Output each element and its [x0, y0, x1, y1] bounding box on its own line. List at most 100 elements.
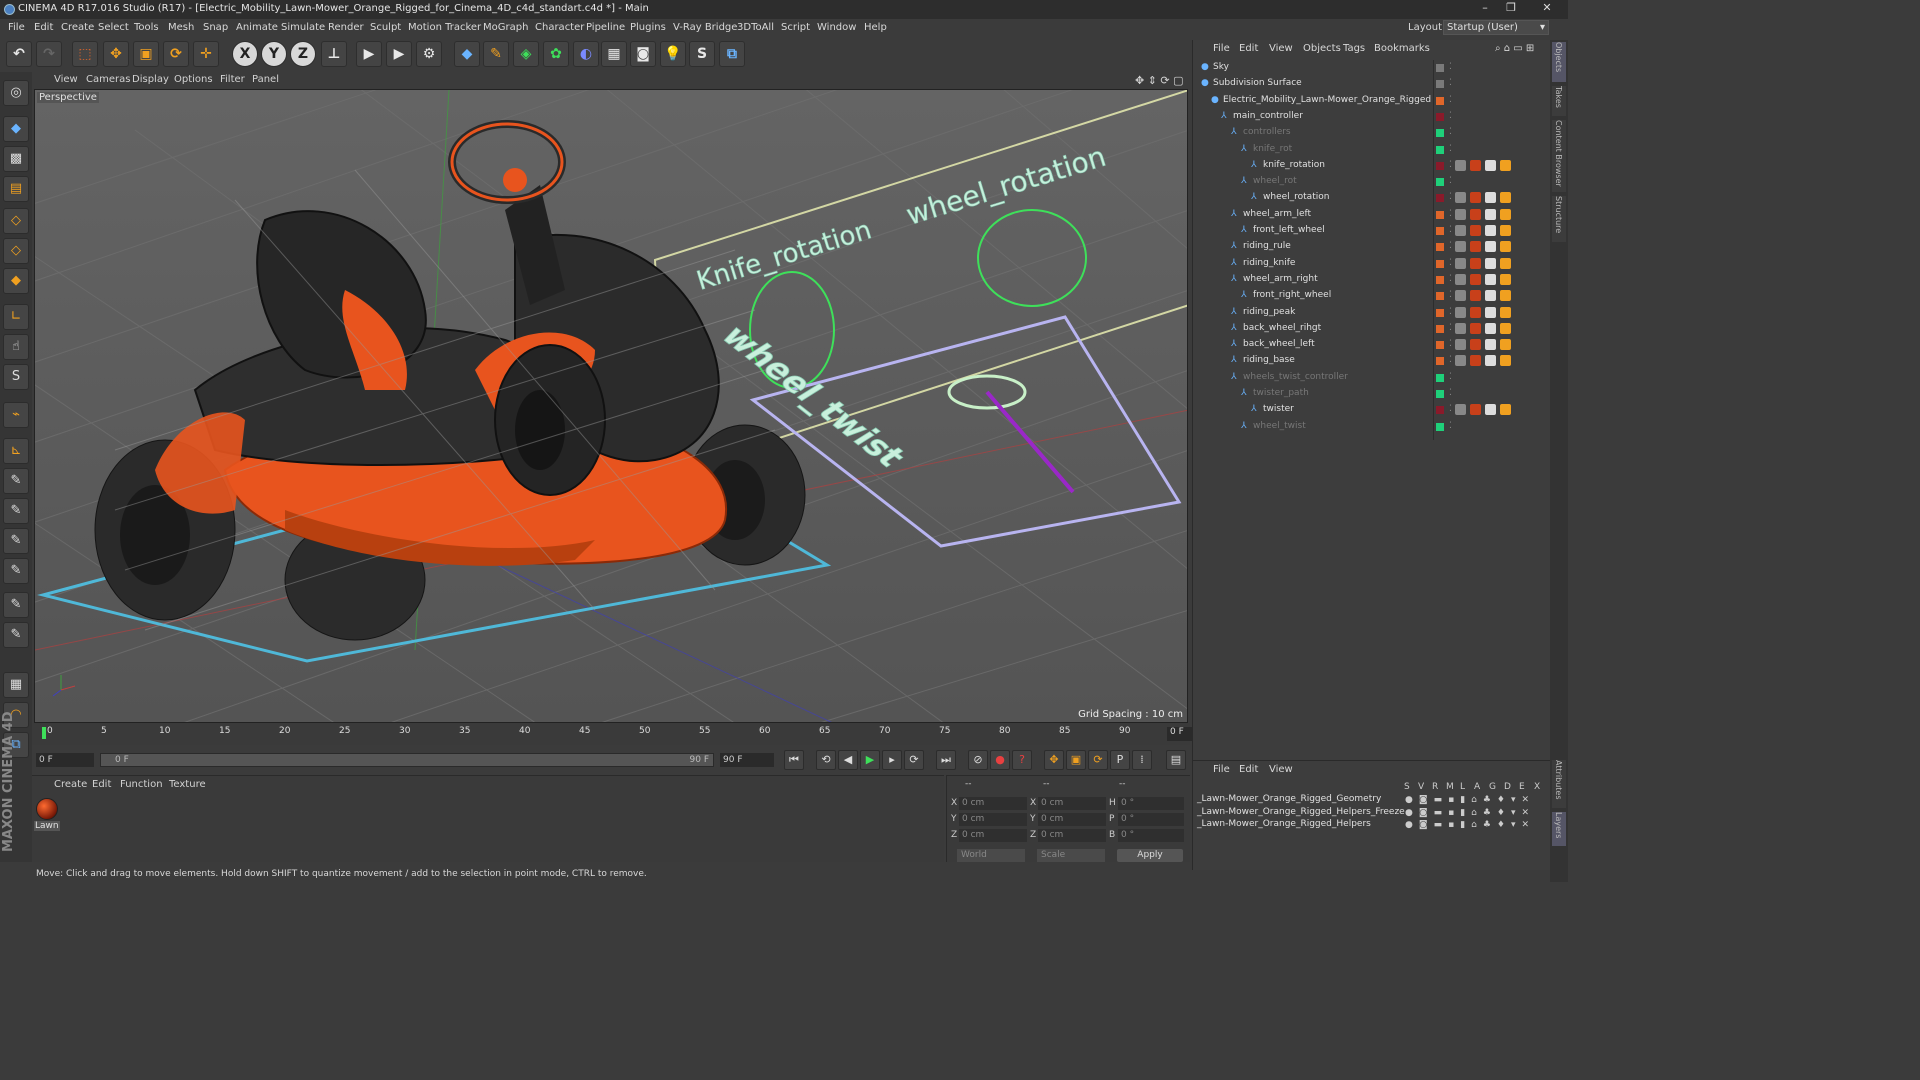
- key-rotation-button[interactable]: ⟳: [1088, 750, 1108, 770]
- layer-color-swatch[interactable]: [1436, 292, 1444, 301]
- layer-color-swatch[interactable]: [1436, 390, 1444, 398]
- constraint-tag-icon[interactable]: [1500, 339, 1511, 351]
- key-scale-button[interactable]: ▣: [1066, 750, 1086, 770]
- layer-color-swatch[interactable]: [1436, 194, 1444, 203]
- visibility-toggle-icon[interactable]: ⁚: [1449, 144, 1458, 154]
- object-name[interactable]: wheel_arm_left: [1243, 209, 1311, 219]
- model-mode-icon[interactable]: ◆: [3, 116, 29, 142]
- constraint-tag-icon[interactable]: [1500, 306, 1511, 318]
- playhead-marker[interactable]: [42, 727, 46, 739]
- goto-start-button[interactable]: ⏮: [784, 750, 804, 770]
- material-tag-icon[interactable]: [1470, 192, 1481, 204]
- object-name[interactable]: twister: [1263, 404, 1294, 414]
- python-icon[interactable]: ⧉: [719, 41, 745, 67]
- menu-vray-bridge[interactable]: V-Ray Bridge: [673, 22, 737, 33]
- layer-color-swatch[interactable]: [1436, 406, 1444, 415]
- menu-3dtoall[interactable]: 3DToAll: [737, 22, 774, 33]
- object-row[interactable]: ⅄ wheel_twist ⁚: [1193, 419, 1551, 435]
- pull-tool-icon[interactable]: ✎: [3, 558, 29, 584]
- y-axis-lock-button[interactable]: Y: [261, 41, 287, 67]
- object-name[interactable]: back_wheel_rihgt: [1243, 323, 1321, 333]
- cloner-icon[interactable]: ✿: [543, 41, 569, 67]
- object-name[interactable]: wheel_rotation: [1263, 192, 1329, 202]
- coordinate-system-icon[interactable]: ⊥: [321, 41, 347, 67]
- objects-menu-objects[interactable]: Objects: [1303, 43, 1341, 54]
- objects-menu-bookmarks[interactable]: Bookmarks: [1374, 43, 1430, 54]
- paint-tool-icon[interactable]: ✎: [3, 592, 29, 618]
- visibility-toggle-icon[interactable]: ⁚: [1449, 63, 1458, 72]
- layer-row[interactable]: _Lawn-Mower_Orange_Rigged_Helpers ●◙▬▪▮⌂♣…: [1193, 819, 1551, 831]
- object-name[interactable]: riding_knife: [1243, 258, 1295, 268]
- spline-pen-icon[interactable]: ✎: [483, 41, 509, 67]
- constraint-tag-icon[interactable]: [1500, 241, 1511, 253]
- menu-script[interactable]: Script: [781, 22, 810, 33]
- menu-mograph[interactable]: MoGraph: [483, 22, 528, 33]
- pos-y-field[interactable]: 0 cm: [959, 813, 1027, 826]
- layer-color-swatch[interactable]: [1436, 275, 1444, 284]
- constraint-tag-icon[interactable]: [1500, 208, 1511, 220]
- brush-tool-icon[interactable]: ✎: [3, 468, 29, 494]
- viewport-navigate-icon[interactable]: ✥ ⇕ ⟳ ▢: [1135, 74, 1184, 87]
- layer-flag-icons[interactable]: ●◙▬▪▮⌂♣♦▾✕: [1405, 808, 1535, 818]
- object-name[interactable]: wheel_rot: [1253, 176, 1297, 186]
- tag-icon[interactable]: [1455, 257, 1466, 269]
- object-name[interactable]: riding_rule: [1243, 241, 1291, 251]
- texture-tag-icon[interactable]: [1485, 339, 1496, 351]
- rot-h-field[interactable]: 0 °: [1118, 797, 1184, 810]
- minimize-button[interactable]: –: [1474, 1, 1496, 17]
- layers-menu-view[interactable]: View: [1269, 764, 1293, 775]
- texture-tag-icon[interactable]: [1485, 273, 1496, 285]
- visibility-toggle-icon[interactable]: ⁚: [1449, 421, 1458, 431]
- coord-system-select[interactable]: World: [957, 849, 1025, 862]
- smooth-tool-icon[interactable]: ✎: [3, 528, 29, 554]
- tag-icon[interactable]: [1455, 225, 1466, 236]
- object-row[interactable]: ⅄ riding_peak ⁚: [1193, 305, 1551, 321]
- material-tag-icon[interactable]: [1470, 225, 1481, 236]
- visibility-toggle-icon[interactable]: ⁚: [1449, 95, 1458, 105]
- tag-icon[interactable]: [1455, 290, 1466, 302]
- tag-icon[interactable]: [1455, 273, 1466, 285]
- material-tag-icon[interactable]: [1470, 339, 1481, 351]
- object-name[interactable]: knife_rot: [1253, 144, 1292, 154]
- menu-animate[interactable]: Animate: [236, 22, 278, 33]
- viewport-menu-cameras[interactable]: Cameras: [86, 74, 130, 85]
- layer-name[interactable]: _Lawn-Mower_Orange_Rigged_Geometry: [1197, 794, 1381, 804]
- constraint-tag-icon[interactable]: [1500, 257, 1511, 269]
- object-row[interactable]: ⅄ knife_rot ⁚: [1193, 142, 1551, 158]
- loop-button[interactable]: ⟳: [904, 750, 924, 770]
- restore-button[interactable]: ❐: [1500, 1, 1522, 17]
- tag-icon[interactable]: [1455, 339, 1466, 351]
- autokey-button[interactable]: ?: [1012, 750, 1032, 770]
- viewport-menu-panel[interactable]: Panel: [252, 74, 279, 85]
- layer-color-swatch[interactable]: [1436, 129, 1444, 138]
- texture-tag-icon[interactable]: [1485, 322, 1496, 334]
- start-frame-field[interactable]: 0 F: [36, 753, 94, 767]
- texture-tag-icon[interactable]: [1485, 257, 1496, 269]
- object-name[interactable]: front_right_wheel: [1253, 290, 1331, 300]
- size-z-field[interactable]: 0 cm: [1038, 829, 1106, 842]
- menu-help[interactable]: Help: [864, 22, 887, 33]
- object-name[interactable]: Subdivision Surface: [1213, 78, 1302, 88]
- z-axis-lock-button[interactable]: Z: [290, 41, 316, 67]
- timeline-ruler[interactable]: 0 5 10 15 20 25 30 35 40 45 50 55 60 65 …: [32, 723, 1219, 745]
- object-name[interactable]: Sky: [1213, 62, 1229, 72]
- menu-file[interactable]: File: [8, 22, 25, 33]
- material-menu-function[interactable]: Function: [120, 779, 163, 790]
- menu-motion-tracker[interactable]: Motion Tracker: [408, 22, 481, 33]
- menu-select[interactable]: Select: [98, 22, 129, 33]
- checker-render-icon[interactable]: ▦: [3, 672, 29, 698]
- texture-tag-icon[interactable]: [1485, 355, 1496, 367]
- material-tag-icon[interactable]: [1470, 322, 1481, 334]
- layer-color-swatch[interactable]: [1436, 357, 1444, 366]
- rotate-tool-icon[interactable]: ⟳: [163, 41, 189, 67]
- object-row[interactable]: ⅄ back_wheel_rihgt ⁚: [1193, 321, 1551, 337]
- object-name[interactable]: wheels_twist_controller: [1243, 372, 1348, 382]
- size-y-field[interactable]: 0 cm: [1038, 813, 1106, 826]
- object-name[interactable]: front_left_wheel: [1253, 225, 1325, 235]
- recent-tool-icon[interactable]: ✛: [193, 41, 219, 67]
- x-axis-lock-button[interactable]: X: [232, 41, 258, 67]
- redo-button[interactable]: ↷: [36, 41, 62, 67]
- material-tag-icon[interactable]: [1470, 273, 1481, 285]
- tag-icon[interactable]: [1455, 241, 1466, 253]
- object-name[interactable]: riding_base: [1243, 355, 1295, 365]
